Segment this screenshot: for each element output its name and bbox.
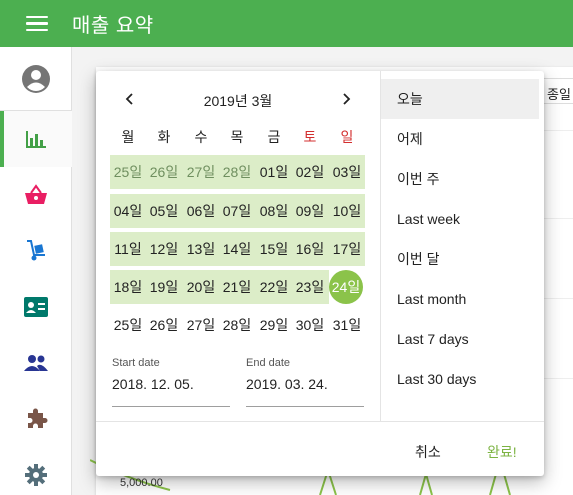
account-circle-icon [22,65,50,93]
calendar-day[interactable]: 14일 [219,232,255,266]
calendar-day[interactable]: 04일 [110,194,146,228]
date-range-picker-dialog: 2019년 3월 월 화 수 목 금 토 일 25일 26일 27일 28일 0… [96,71,544,476]
preset-today[interactable]: 오늘 [381,79,539,119]
puzzle-icon [28,408,48,428]
calendar-day[interactable]: 19일 [146,270,182,304]
calendar-day[interactable]: 20일 [183,270,219,304]
calendar-pane: 2019년 3월 월 화 수 목 금 토 일 25일 26일 27일 28일 0… [96,71,380,421]
calendar-day[interactable]: 08일 [256,194,292,228]
preset-last-7-days[interactable]: Last 7 days [381,319,539,359]
preset-last-30-days[interactable]: Last 30 days [381,359,539,399]
basket-icon [25,184,47,204]
calendar-day[interactable]: 18일 [110,270,146,304]
sidebar-item-settings[interactable] [0,447,72,495]
calendar-day[interactable]: 27일 [183,308,219,342]
weekday-header: 월 [121,129,135,145]
hand-truck-icon [27,240,45,261]
weekday-header: 수 [194,129,208,145]
page-title: 매출 요약 [72,15,154,37]
sidebar-item-sales[interactable] [0,111,72,167]
preset-list: 오늘 어제 이번 주 Last week 이번 달 Last month Las… [380,71,544,421]
calendar-day[interactable]: 01일 [256,155,292,189]
dialog-divider [96,421,544,422]
calendar-day[interactable]: 28일 [219,155,255,189]
preset-last-month[interactable]: Last month [381,279,539,319]
calendar-day[interactable]: 26일 [146,308,182,342]
weekday-header: 화 [157,129,171,145]
background-axis-tick: 5,000.00 [120,477,163,489]
preset-yesterday[interactable]: 어제 [381,119,539,159]
chevron-right-icon [343,93,351,105]
bar-chart-icon [26,131,46,148]
calendar-day[interactable]: 07일 [219,194,255,228]
calendar-header: 2019년 3월 [110,87,366,111]
calendar-day[interactable]: 30일 [292,308,328,342]
chevron-left-icon [125,93,133,105]
menu-icon[interactable] [26,15,48,32]
start-date-label: Start date [112,357,160,369]
sidebar-item-contacts[interactable] [0,279,72,335]
app-bar: 매출 요약 [0,0,573,47]
calendar-day[interactable]: 06일 [183,194,219,228]
calendar-day[interactable]: 21일 [219,270,255,304]
preset-this-month[interactable]: 이번 달 [381,239,539,279]
sidebar-item-delivery[interactable] [0,223,72,279]
sidebar-item-account[interactable] [0,51,72,107]
calendar-day[interactable]: 02일 [292,155,328,189]
prev-month-button[interactable] [118,87,142,111]
next-month-button[interactable] [334,87,358,111]
start-date-field[interactable]: Start date 2018. 12. 05. [112,357,230,407]
end-date-value: 2019. 03. 24. [246,376,328,392]
weekday-header: 목 [230,129,244,145]
calendar-day-selected[interactable]: 24일 [329,270,363,304]
sidebar-item-groups[interactable] [0,335,72,391]
calendar-day[interactable]: 31일 [329,308,365,342]
sidebar-item-shop[interactable] [0,167,72,223]
weekday-header: 금 [267,129,281,145]
calendar-day[interactable]: 15일 [256,232,292,266]
end-date-field[interactable]: End date 2019. 03. 24. [246,357,364,407]
calendar-day[interactable]: 23일 [292,270,328,304]
calendar-day[interactable]: 03일 [329,155,365,189]
calendar-day[interactable]: 25일 [110,308,146,342]
done-button[interactable]: 완료! [487,440,517,464]
calendar-day[interactable]: 09일 [292,194,328,228]
sidebar [0,47,72,495]
calendar-day[interactable]: 25일 [110,155,146,189]
preset-this-week[interactable]: 이번 주 [381,159,539,199]
gear-icon [25,464,47,486]
calendar-day[interactable]: 28일 [219,308,255,342]
sidebar-item-extensions[interactable] [0,391,72,447]
calendar-day[interactable]: 10일 [329,194,365,228]
cancel-button[interactable]: 취소 [415,440,441,464]
weekday-header: 일 [340,129,354,145]
weekday-header: 토 [303,129,317,145]
preset-last-week[interactable]: Last week [381,199,539,239]
calendar-day[interactable]: 16일 [292,232,328,266]
calendar-day[interactable]: 05일 [146,194,182,228]
calendar-day[interactable]: 12일 [146,232,182,266]
people-icon [24,355,48,371]
calendar-day[interactable]: 13일 [183,232,219,266]
calendar-day[interactable]: 29일 [256,308,292,342]
calendar-day[interactable]: 17일 [329,232,365,266]
end-date-label: End date [246,357,291,369]
start-date-value: 2018. 12. 05. [112,376,194,392]
calendar-day[interactable]: 11일 [110,232,146,266]
calendar-day[interactable]: 22일 [256,270,292,304]
calendar-day[interactable]: 26일 [146,155,182,189]
month-label: 2019년 3월 [203,93,273,109]
contact-card-icon [24,297,48,317]
calendar-day[interactable]: 27일 [183,155,219,189]
background-table-cell: 종일 [541,78,573,104]
